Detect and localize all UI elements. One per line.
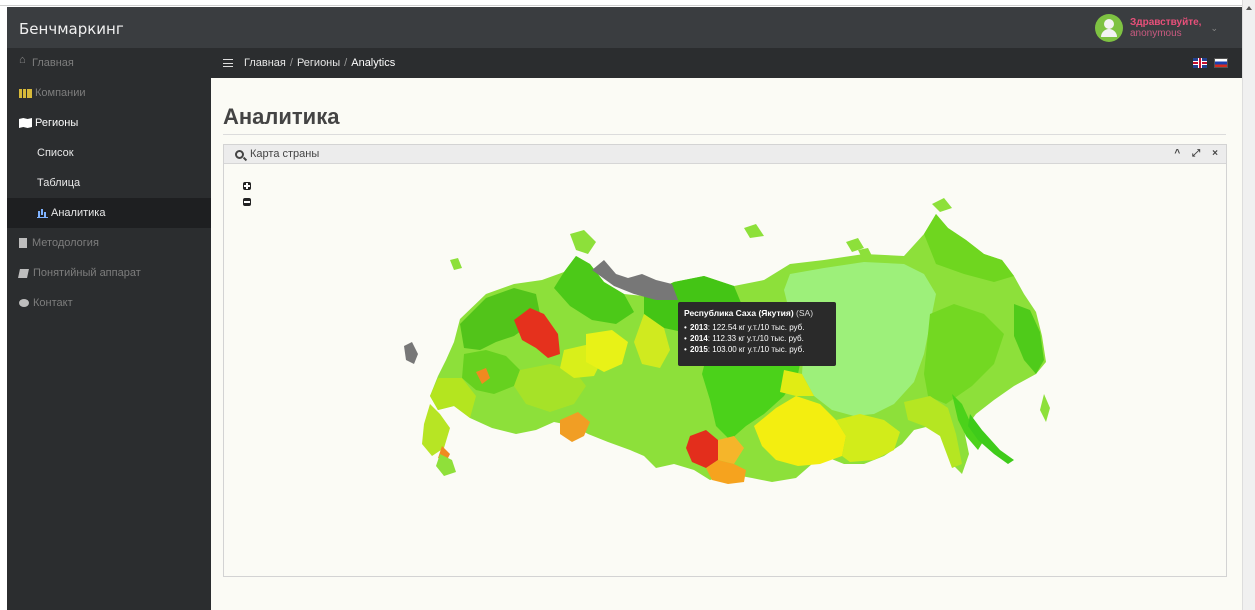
book-icon — [18, 268, 29, 278]
comment-icon — [19, 299, 29, 307]
tooltip-region-code: (SA) — [796, 308, 814, 318]
sidebar-item-contact[interactable]: Контакт — [7, 288, 211, 318]
sidebar-item-companies[interactable]: Компании — [7, 78, 211, 108]
tooltip-year: 2014 — [690, 334, 708, 343]
map-region[interactable] — [436, 454, 456, 476]
chevron-down-icon: ⌄ — [1210, 22, 1218, 33]
bar-chart-icon — [37, 208, 48, 218]
map-region[interactable] — [1040, 394, 1050, 422]
sidebar-item-methodology[interactable]: Методология — [7, 228, 211, 258]
file-icon — [19, 238, 27, 248]
breadcrumb-separator: / — [289, 57, 293, 69]
tooltip-row: 2013: 122.54 кг у.т./10 тыс. руб. — [684, 322, 830, 333]
map-region[interactable] — [570, 230, 596, 254]
page-scrollbar[interactable] — [1242, 0, 1255, 610]
panel-header: Карта страны ^ ⤢ × — [224, 145, 1226, 164]
russia-flag-icon[interactable] — [1214, 58, 1228, 68]
panel-tools: ^ ⤢ × — [1174, 148, 1218, 159]
sidebar-item-label: Аналитика — [51, 207, 106, 219]
map-region[interactable] — [450, 258, 462, 270]
sidebar-item-label: Список — [37, 147, 74, 159]
top-navbar: Бенчмаркинг Здравствуйте, anonymous ⌄ — [7, 7, 1242, 54]
russia-region-map[interactable] — [224, 164, 1226, 576]
map-region[interactable] — [744, 224, 764, 238]
tooltip-value: : 112.33 кг у.т./10 тыс. руб. — [707, 334, 804, 343]
breadcrumb-current: Analytics — [351, 57, 396, 69]
sidebar-item-label: Контакт — [33, 297, 73, 309]
zoom-in-button[interactable] — [243, 182, 251, 190]
tooltip-values: 2013: 122.54 кг у.т./10 тыс. руб. 2014: … — [684, 322, 830, 355]
uk-flag-icon[interactable] — [1193, 58, 1207, 68]
sidebar-item-label: Понятийный аппарат — [33, 267, 141, 279]
language-switcher — [1186, 58, 1228, 68]
map-region[interactable] — [404, 342, 418, 364]
map-region[interactable] — [422, 404, 450, 456]
zoom-out-button[interactable] — [243, 198, 251, 206]
sidebar-item-glossary[interactable]: Понятийный аппарат — [7, 258, 211, 288]
sidebar: Главная Компании Регионы Список Таблица … — [7, 48, 211, 610]
breadcrumb-bar: Главная / Регионы / Analytics — [211, 48, 1242, 78]
map-icon — [19, 118, 32, 128]
fullscreen-icon[interactable]: ⤢ — [1192, 148, 1200, 159]
tooltip-title: Республика Саха (Якутия) (SA) — [684, 308, 830, 318]
user-name: anonymous — [1129, 28, 1182, 39]
map-panel: Карта страны ^ ⤢ × Республика Саха (Якут… — [223, 144, 1227, 577]
page-title: Аналитика — [223, 104, 340, 129]
user-menu[interactable]: Здравствуйте, anonymous ⌄ — [1094, 12, 1218, 44]
title-divider — [223, 134, 1226, 135]
sidebar-item-label: Таблица — [37, 177, 81, 189]
sidebar-item-analytics[interactable]: Аналитика — [7, 198, 211, 228]
sidebar-item-label: Методология — [32, 237, 99, 249]
greeting-text: Здравствуйте, — [1129, 17, 1202, 28]
sidebar-item-label: Регионы — [35, 117, 79, 129]
panel-title-text: Карта страны — [250, 148, 320, 160]
collapse-icon[interactable]: ^ — [1174, 148, 1180, 159]
breadcrumb-home[interactable]: Главная — [244, 57, 286, 69]
panel-title: Карта страны — [235, 148, 319, 160]
sidebar-item-label: Компании — [35, 87, 86, 99]
main-content: Аналитика Карта страны ^ ⤢ × Республика … — [211, 78, 1242, 610]
bar-chart-icon — [19, 88, 32, 98]
breadcrumb: Главная / Регионы / Analytics — [244, 57, 395, 69]
tooltip-row: 2015: 103.00 кг у.т./10 тыс. руб. — [684, 344, 830, 355]
user-greeting: Здравствуйте, anonymous — [1130, 17, 1201, 39]
home-icon — [19, 54, 29, 68]
sidebar-item-home[interactable]: Главная — [7, 48, 211, 78]
tooltip-year: 2015 — [690, 345, 708, 354]
map-region[interactable] — [932, 198, 952, 212]
breadcrumb-separator: / — [344, 57, 348, 69]
breadcrumb-regions[interactable]: Регионы — [297, 57, 340, 69]
sidebar-item-list[interactable]: Список — [7, 138, 211, 168]
tooltip-value: : 122.54 кг у.т./10 тыс. руб. — [707, 323, 805, 332]
close-icon[interactable]: × — [1212, 148, 1218, 159]
scroll-up-arrow-icon[interactable] — [1246, 6, 1252, 10]
tooltip-year: 2013 — [690, 323, 708, 332]
sidebar-item-table[interactable]: Таблица — [7, 168, 211, 198]
map-tooltip: Республика Саха (Якутия) (SA) 2013: 122.… — [678, 302, 836, 366]
tooltip-region: Республика Саха (Якутия) — [684, 308, 794, 318]
menu-toggle-icon[interactable] — [223, 59, 233, 67]
sidebar-item-regions[interactable]: Регионы — [7, 108, 211, 138]
tooltip-value: : 103.00 кг у.т./10 тыс. руб. — [707, 345, 805, 354]
app-brand[interactable]: Бенчмаркинг — [19, 20, 124, 38]
tooltip-row: 2014: 112.33 кг у.т./10 тыс. руб. — [684, 333, 830, 344]
avatar-icon — [1094, 14, 1123, 42]
search-icon — [235, 149, 244, 159]
window-top-border — [0, 0, 1242, 6]
sidebar-item-label: Главная — [32, 57, 74, 69]
